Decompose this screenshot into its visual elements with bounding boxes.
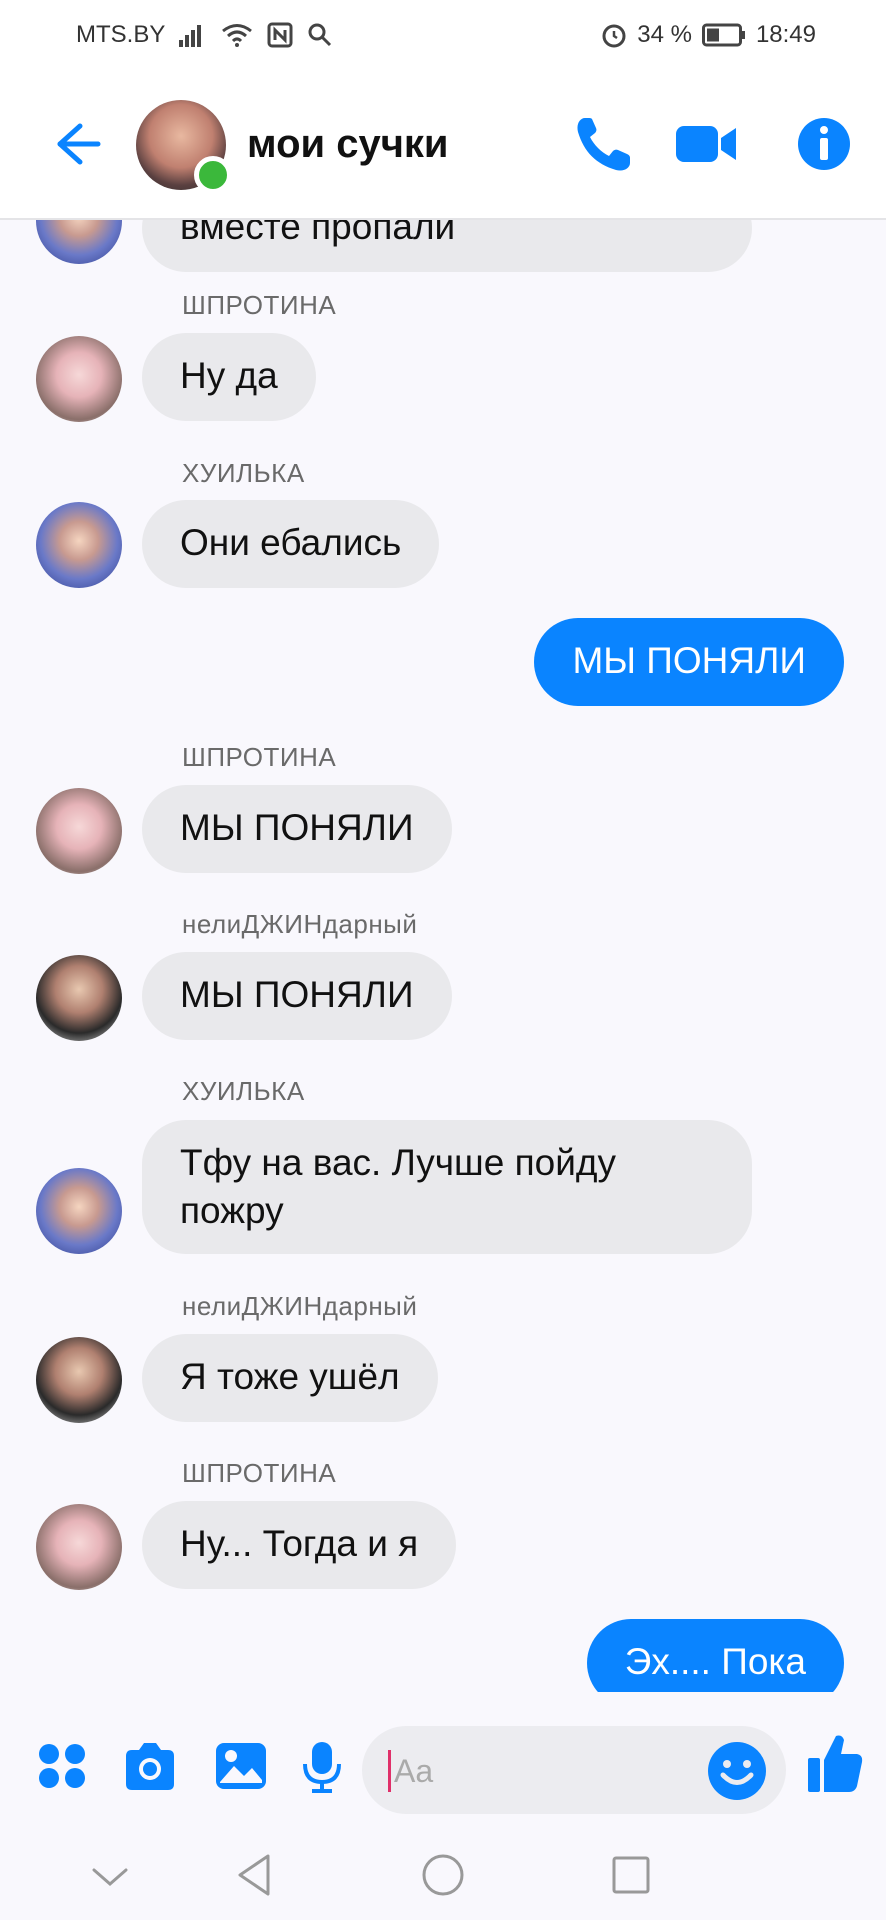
avatar (36, 218, 122, 264)
message-text: МЫ ПОНЯЛИ (572, 640, 806, 681)
message-text: вместе пропали (180, 218, 456, 247)
sender-name: ХУИЛЬКА (182, 458, 305, 488)
message-text: МЫ ПОНЯЛИ (180, 807, 414, 848)
home-circle-icon[interactable] (420, 1852, 466, 1898)
message-text: МЫ ПОНЯЛИ (180, 974, 414, 1015)
my-message-bubble[interactable]: Эх.... Пока (586, 1619, 844, 1692)
chat-avatar[interactable] (136, 100, 232, 194)
camera-icon[interactable] (122, 1740, 178, 1792)
wifi-icon (222, 24, 253, 47)
recents-square-icon[interactable] (610, 1854, 652, 1896)
sender-name: ШПРОТИНА (182, 290, 337, 320)
battery-percent: 34 % (637, 21, 692, 48)
microphone-icon[interactable] (300, 1740, 344, 1794)
text-cursor (388, 1750, 391, 1792)
thumbs-up-icon[interactable] (806, 1732, 864, 1794)
sender-name: ХУИЛЬКА (182, 1076, 305, 1106)
message-bubble[interactable]: Ну... Тогда и я (142, 1501, 457, 1589)
online-indicator (194, 156, 232, 194)
message-bubble[interactable]: МЫ ПОНЯЛИ (142, 952, 452, 1040)
message-text: Они ебались (180, 522, 402, 563)
clock: 18:49 (755, 21, 816, 48)
message-text: Ну... Тогда и я (180, 1523, 419, 1564)
battery-icon (701, 23, 745, 47)
sender-name: ШПРОТИНА (182, 742, 337, 772)
carrier-label: MTS.BY (76, 21, 166, 48)
message-text: Ну да (180, 355, 278, 396)
message-list[interactable]: вместе пропали ШПРОТИНА Ну да ХУИЛЬКА Он… (0, 218, 886, 1692)
avatar (36, 502, 122, 588)
message-bubble[interactable]: Тфу на вас. Лучше пойду пожру (142, 1120, 752, 1254)
gallery-icon[interactable] (214, 1740, 268, 1792)
chat-header: мои сучки (0, 70, 886, 220)
message-bubble[interactable]: вместе пропали (142, 218, 752, 272)
message-input[interactable] (394, 1750, 694, 1792)
sender-name: ШПРОТИНА (182, 1458, 337, 1488)
chevron-down-icon[interactable] (90, 1866, 130, 1890)
message-bubble[interactable]: Я тоже ушёл (142, 1334, 438, 1422)
emoji-icon[interactable] (706, 1740, 768, 1802)
status-bar: MTS.BY 34 % 18:49 (0, 0, 886, 70)
composer-bar (0, 1692, 886, 1842)
back-triangle-icon[interactable] (234, 1852, 274, 1898)
avatar (36, 336, 122, 422)
avatar (36, 788, 122, 874)
message-bubble[interactable]: Они ебались (142, 500, 440, 588)
message-input-container[interactable] (362, 1726, 786, 1814)
signal-icon (179, 25, 202, 47)
alarm-icon (602, 24, 626, 48)
apps-grid-icon[interactable] (38, 1740, 86, 1792)
status-left: MTS.BY (76, 21, 333, 49)
search-status-icon (308, 23, 332, 47)
my-message-bubble[interactable]: МЫ ПОНЯЛИ (534, 618, 844, 706)
status-right: 34 % 18:49 (601, 21, 816, 49)
avatar (36, 1337, 122, 1423)
message-bubble[interactable]: МЫ ПОНЯЛИ (142, 785, 452, 873)
avatar (36, 1504, 122, 1590)
sender-name: нелиДЖИНдарный (182, 909, 418, 939)
message-text: Эх.... Пока (624, 1641, 806, 1682)
avatar (36, 955, 122, 1041)
back-arrow-icon[interactable] (46, 114, 106, 174)
video-camera-icon[interactable] (674, 114, 740, 174)
message-text: Я тоже ушёл (180, 1356, 400, 1397)
phone-icon[interactable] (572, 114, 632, 176)
nfc-icon (267, 22, 293, 48)
message-text: Тфу на вас. Лучше пойду пожру (180, 1142, 616, 1231)
chat-title[interactable]: мои сучки (247, 122, 449, 167)
sender-name: нелиДЖИНдарный (182, 1291, 418, 1321)
message-bubble[interactable]: Ну да (142, 333, 316, 421)
info-icon[interactable] (796, 114, 852, 174)
system-nav-bar (0, 1842, 886, 1920)
avatar (36, 1168, 122, 1254)
